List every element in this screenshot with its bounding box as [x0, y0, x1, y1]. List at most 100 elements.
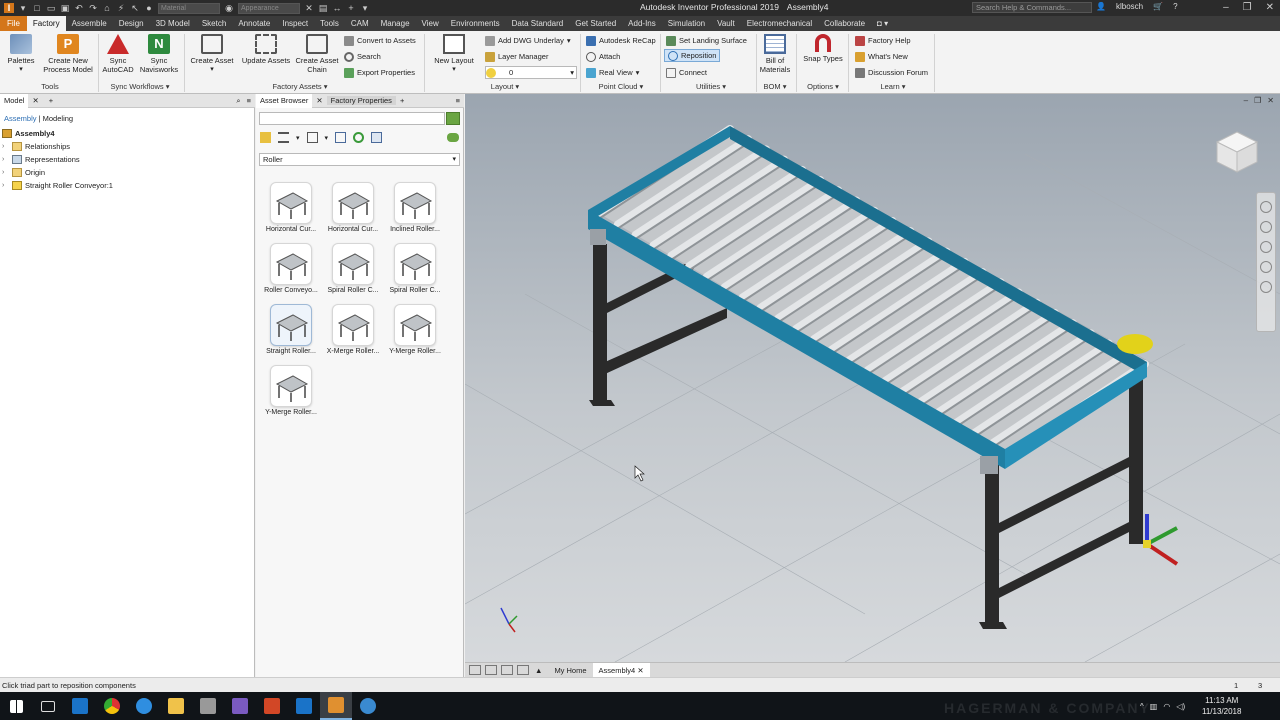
tab-vault[interactable]: Vault	[711, 16, 741, 31]
tab-tools[interactable]: Tools	[314, 16, 345, 31]
new-layout-button[interactable]: New Layout ▾	[430, 34, 478, 74]
arrange-vertical-icon[interactable]	[517, 665, 529, 675]
tab-environments[interactable]: Environments	[445, 16, 506, 31]
tree-item-representations[interactable]: › Representations	[2, 153, 254, 166]
taskbar-settings[interactable]	[352, 692, 384, 720]
close-icon[interactable]: ✕	[28, 96, 42, 105]
asset-item[interactable]: Roller Conveyo...	[262, 243, 320, 294]
appearance-icon[interactable]: ◉	[224, 3, 234, 13]
arrange-horizontal-icon[interactable]	[501, 665, 513, 675]
taskbar-calculator[interactable]	[192, 692, 224, 720]
asset-item[interactable]: Spiral Roller C...	[386, 243, 444, 294]
search-go-button[interactable]	[446, 112, 460, 125]
measure-icon[interactable]: ↔	[332, 3, 342, 13]
learn-group-label[interactable]: Learn ▾	[855, 82, 931, 91]
user-name[interactable]: klbosch	[1116, 2, 1143, 11]
attach-button[interactable]: Attach	[586, 50, 620, 63]
taskbar-inventor[interactable]	[320, 692, 352, 720]
tile-view-icon[interactable]	[469, 665, 481, 675]
chevron-down-icon[interactable]: ▾	[325, 134, 329, 142]
tab-simulation[interactable]: Simulation	[662, 16, 711, 31]
open-icon[interactable]: ▭	[46, 3, 56, 13]
tab-assemble[interactable]: Assemble	[66, 16, 113, 31]
tab-inspect[interactable]: Inspect	[276, 16, 314, 31]
zoom-icon[interactable]	[1260, 241, 1272, 253]
tab-cam[interactable]: CAM	[345, 16, 375, 31]
tab-collaborate[interactable]: Collaborate	[818, 16, 871, 31]
save-icon[interactable]: ▣	[60, 3, 70, 13]
asset-item[interactable]: Spiral Roller C...	[324, 243, 382, 294]
create-asset-chain-button[interactable]: Create Asset Chain	[294, 34, 340, 74]
close-icon[interactable]: ✕	[1267, 96, 1274, 105]
menu-icon[interactable]: ≡	[456, 96, 460, 105]
tab-assembly4[interactable]: Assembly4 ✕	[592, 662, 650, 678]
ribbon-display-toggle-icon[interactable]: ◘ ▾	[871, 16, 894, 31]
bill-of-materials-button[interactable]: Bill of Materials	[758, 34, 792, 74]
task-view-button[interactable]	[32, 692, 64, 720]
tab-sketch[interactable]: Sketch	[196, 16, 232, 31]
expand-icon[interactable]: ›	[2, 143, 9, 150]
sync-autocad-button[interactable]: Sync AutoCAD	[100, 34, 136, 74]
convert-to-assets-button[interactable]: Convert to Assets	[344, 34, 416, 47]
online-status-icon[interactable]	[447, 133, 459, 142]
close-icon[interactable]: ✕	[1266, 0, 1274, 16]
select-icon[interactable]: ↖	[130, 3, 140, 13]
filter-icon[interactable]	[335, 132, 347, 143]
list-view-icon[interactable]	[278, 132, 289, 143]
asset-item[interactable]: Horizontal Cur...	[262, 182, 320, 233]
add-panel-icon[interactable]: +	[45, 96, 57, 105]
search-icon[interactable]: ⌕	[236, 96, 240, 106]
layer-manager-button[interactable]: Layer Manager	[485, 50, 548, 63]
search-button[interactable]: Search	[344, 50, 381, 63]
cart-icon[interactable]: 🛒	[1153, 2, 1163, 11]
tab-add-ins[interactable]: Add-Ins	[622, 16, 662, 31]
qat-overflow-icon[interactable]: ▾	[360, 3, 370, 13]
chevron-up-icon[interactable]: ^	[1140, 702, 1144, 711]
reposition-triad[interactable]	[1143, 514, 1179, 566]
add-panel-icon[interactable]: +	[396, 96, 408, 105]
whats-new-button[interactable]: What's New	[855, 50, 908, 63]
close-icon[interactable]: ✕	[637, 666, 643, 675]
tab-view[interactable]: View	[416, 16, 445, 31]
taskbar-chrome[interactable]	[96, 692, 128, 720]
update-assets-button[interactable]: Update Assets	[240, 34, 292, 65]
material-dropdown[interactable]: Material	[158, 2, 220, 14]
create-new-process-model-button[interactable]: P Create New Process Model	[40, 34, 96, 74]
asset-item[interactable]: Inclined Roller...	[386, 182, 444, 233]
taskbar-powerpoint[interactable]	[256, 692, 288, 720]
clock[interactable]: 11:13 AM 11/13/2018	[1202, 695, 1241, 717]
layout-group-label[interactable]: Layout ▾	[430, 82, 580, 91]
tab-factory[interactable]: Factory	[26, 16, 66, 31]
orbit-icon[interactable]	[1260, 261, 1272, 273]
ipt-icon[interactable]: ▤	[318, 3, 328, 13]
tab-get-started[interactable]: Get Started	[569, 16, 622, 31]
home-icon[interactable]: ⌂	[102, 3, 112, 13]
bom-group-label[interactable]: BOM ▾	[758, 82, 792, 91]
menu-icon[interactable]: ▾	[18, 3, 28, 13]
menu-icon[interactable]: ≡	[247, 96, 251, 105]
snap-types-button[interactable]: Snap Types	[800, 34, 846, 63]
mode-assembly-link[interactable]: Assembly	[4, 114, 37, 123]
create-asset-button[interactable]: Create Asset ▾	[188, 34, 236, 74]
tab-data-standard[interactable]: Data Standard	[506, 16, 570, 31]
tab-electromechanical[interactable]: Electromechanical	[741, 16, 818, 31]
asset-item[interactable]: Horizontal Cur...	[324, 182, 382, 233]
cascade-view-icon[interactable]	[485, 665, 497, 675]
options-group-label[interactable]: Options ▾	[800, 82, 846, 91]
chevron-down-icon[interactable]: ▾	[296, 134, 300, 142]
point-cloud-group-label[interactable]: Point Cloud ▾	[586, 82, 656, 91]
factory-assets-group-label[interactable]: Factory Assets ▾	[240, 82, 360, 91]
volume-icon[interactable]: ◁)	[1176, 702, 1185, 711]
wifi-icon[interactable]: ◠	[1163, 702, 1170, 711]
user-icon[interactable]: 👤	[1096, 2, 1106, 11]
tab-model[interactable]: Model	[0, 93, 29, 108]
tab-3d-model[interactable]: 3D Model	[150, 16, 196, 31]
factory-help-button[interactable]: Factory Help	[855, 34, 911, 47]
steering-wheel-icon[interactable]	[1260, 201, 1272, 213]
network-icon[interactable]: ▥	[1150, 702, 1158, 711]
add-icon[interactable]: +	[346, 3, 356, 13]
undo-icon[interactable]: ↶	[74, 3, 84, 13]
autodesk-recap-button[interactable]: Autodesk ReCap	[586, 34, 656, 47]
tab-annotate[interactable]: Annotate	[232, 16, 276, 31]
discussion-forum-button[interactable]: Discussion Forum	[855, 66, 928, 79]
